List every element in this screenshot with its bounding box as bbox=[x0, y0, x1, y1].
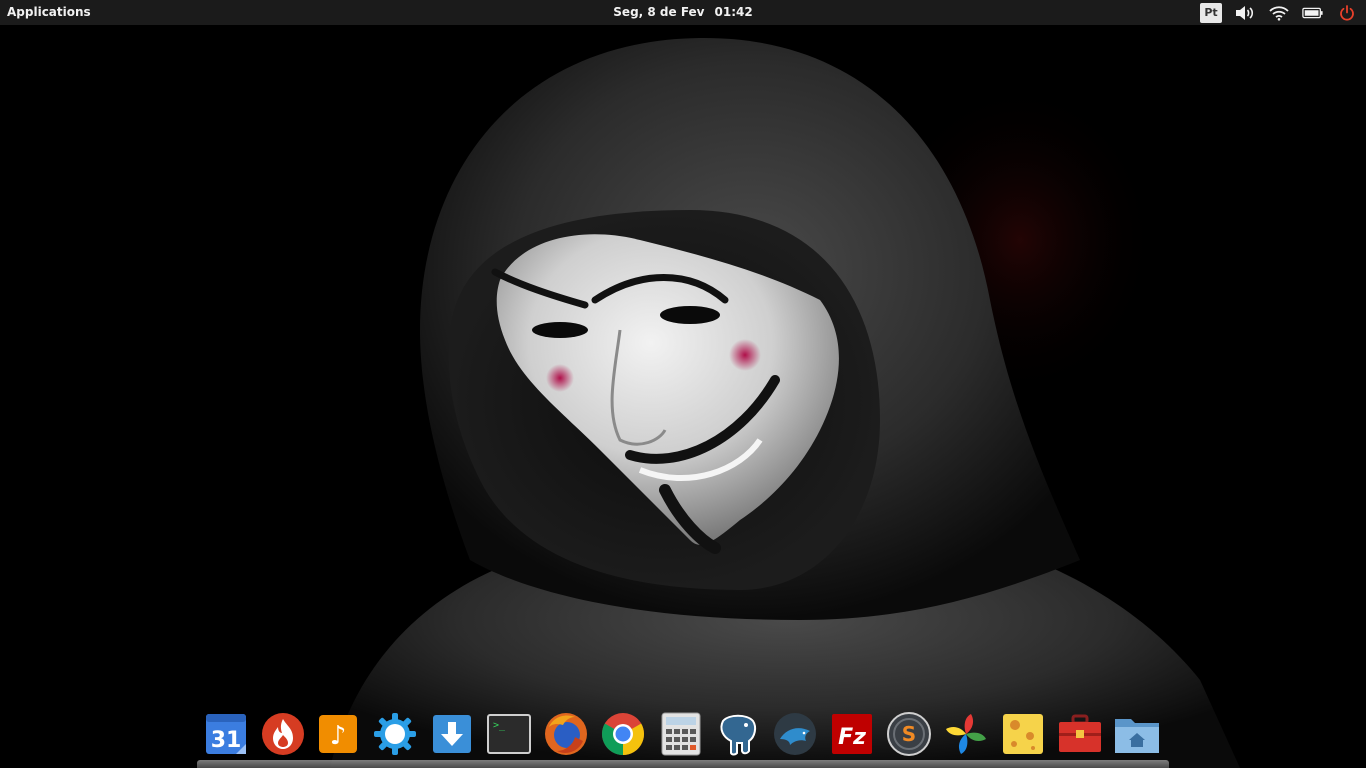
filezilla-icon: Fz bbox=[832, 714, 872, 754]
wallpaper-image bbox=[0, 25, 1366, 768]
terminal-icon: >_ bbox=[487, 714, 531, 754]
dock-item-mysql-workbench[interactable] bbox=[771, 710, 819, 758]
download-icon bbox=[433, 715, 471, 753]
wifi-icon[interactable] bbox=[1268, 3, 1290, 23]
dock-item-calendar[interactable]: 31 bbox=[202, 710, 250, 758]
gear-icon bbox=[374, 713, 416, 755]
dock-item-chrome[interactable] bbox=[599, 710, 647, 758]
dock-item-burner[interactable] bbox=[259, 710, 307, 758]
dock-item-downloads[interactable] bbox=[428, 710, 476, 758]
applications-menu[interactable]: Applications bbox=[7, 5, 91, 19]
power-icon[interactable] bbox=[1336, 3, 1358, 23]
dock-item-music[interactable]: ♪ bbox=[314, 710, 362, 758]
elephant-icon bbox=[720, 714, 757, 756]
keyboard-layout-indicator[interactable]: Pt bbox=[1200, 2, 1222, 23]
cheese-icon bbox=[1003, 714, 1043, 754]
dock-item-filezilla[interactable]: Fz bbox=[828, 710, 876, 758]
clock-date[interactable]: Seg, 8 de Fev bbox=[613, 5, 704, 19]
home-folder-icon bbox=[1115, 719, 1159, 753]
music-icon: ♪ bbox=[319, 715, 357, 753]
sublime-label: S bbox=[902, 722, 916, 746]
sublime-icon: S bbox=[887, 712, 931, 756]
firefox-icon bbox=[545, 713, 587, 755]
calendar-day-label: 31 bbox=[211, 728, 242, 753]
battery-icon[interactable] bbox=[1302, 3, 1324, 23]
dock-item-postgresql[interactable] bbox=[714, 710, 762, 758]
dock-item-firefox[interactable] bbox=[542, 710, 590, 758]
toolbox-icon bbox=[1059, 714, 1101, 752]
dock-item-toolbox[interactable] bbox=[1056, 710, 1104, 758]
dock: 31 ♪ >_ Fz S bbox=[199, 706, 1167, 762]
calculator-icon bbox=[661, 712, 701, 756]
dock-item-photos[interactable] bbox=[942, 710, 990, 758]
dock-item-calculator[interactable] bbox=[657, 710, 705, 758]
indicator-area: Pt bbox=[1200, 2, 1358, 23]
filezilla-label: Fz bbox=[838, 725, 866, 750]
terminal-prompt-label: >_ bbox=[493, 720, 506, 731]
dock-item-settings[interactable] bbox=[371, 710, 419, 758]
calendar-icon: 31 bbox=[206, 714, 246, 754]
desktop: Applications Seg, 8 de Fev 01:42 Pt 31 ♪… bbox=[0, 0, 1366, 768]
chrome-icon bbox=[601, 713, 645, 755]
clock-time[interactable]: 01:42 bbox=[715, 5, 753, 19]
volume-icon[interactable] bbox=[1234, 3, 1256, 23]
clock: Seg, 8 de Fev 01:42 bbox=[0, 5, 1366, 19]
dock-item-terminal[interactable]: >_ bbox=[485, 710, 533, 758]
dock-item-files[interactable] bbox=[1113, 710, 1161, 758]
flame-icon bbox=[262, 713, 304, 755]
dock-item-notes[interactable] bbox=[999, 710, 1047, 758]
music-note-label: ♪ bbox=[330, 721, 347, 751]
pinwheel-icon bbox=[946, 714, 986, 754]
dolphin-icon bbox=[774, 713, 816, 755]
dock-item-sublime[interactable]: S bbox=[885, 710, 933, 758]
top-panel: Applications Seg, 8 de Fev 01:42 Pt bbox=[0, 0, 1366, 25]
